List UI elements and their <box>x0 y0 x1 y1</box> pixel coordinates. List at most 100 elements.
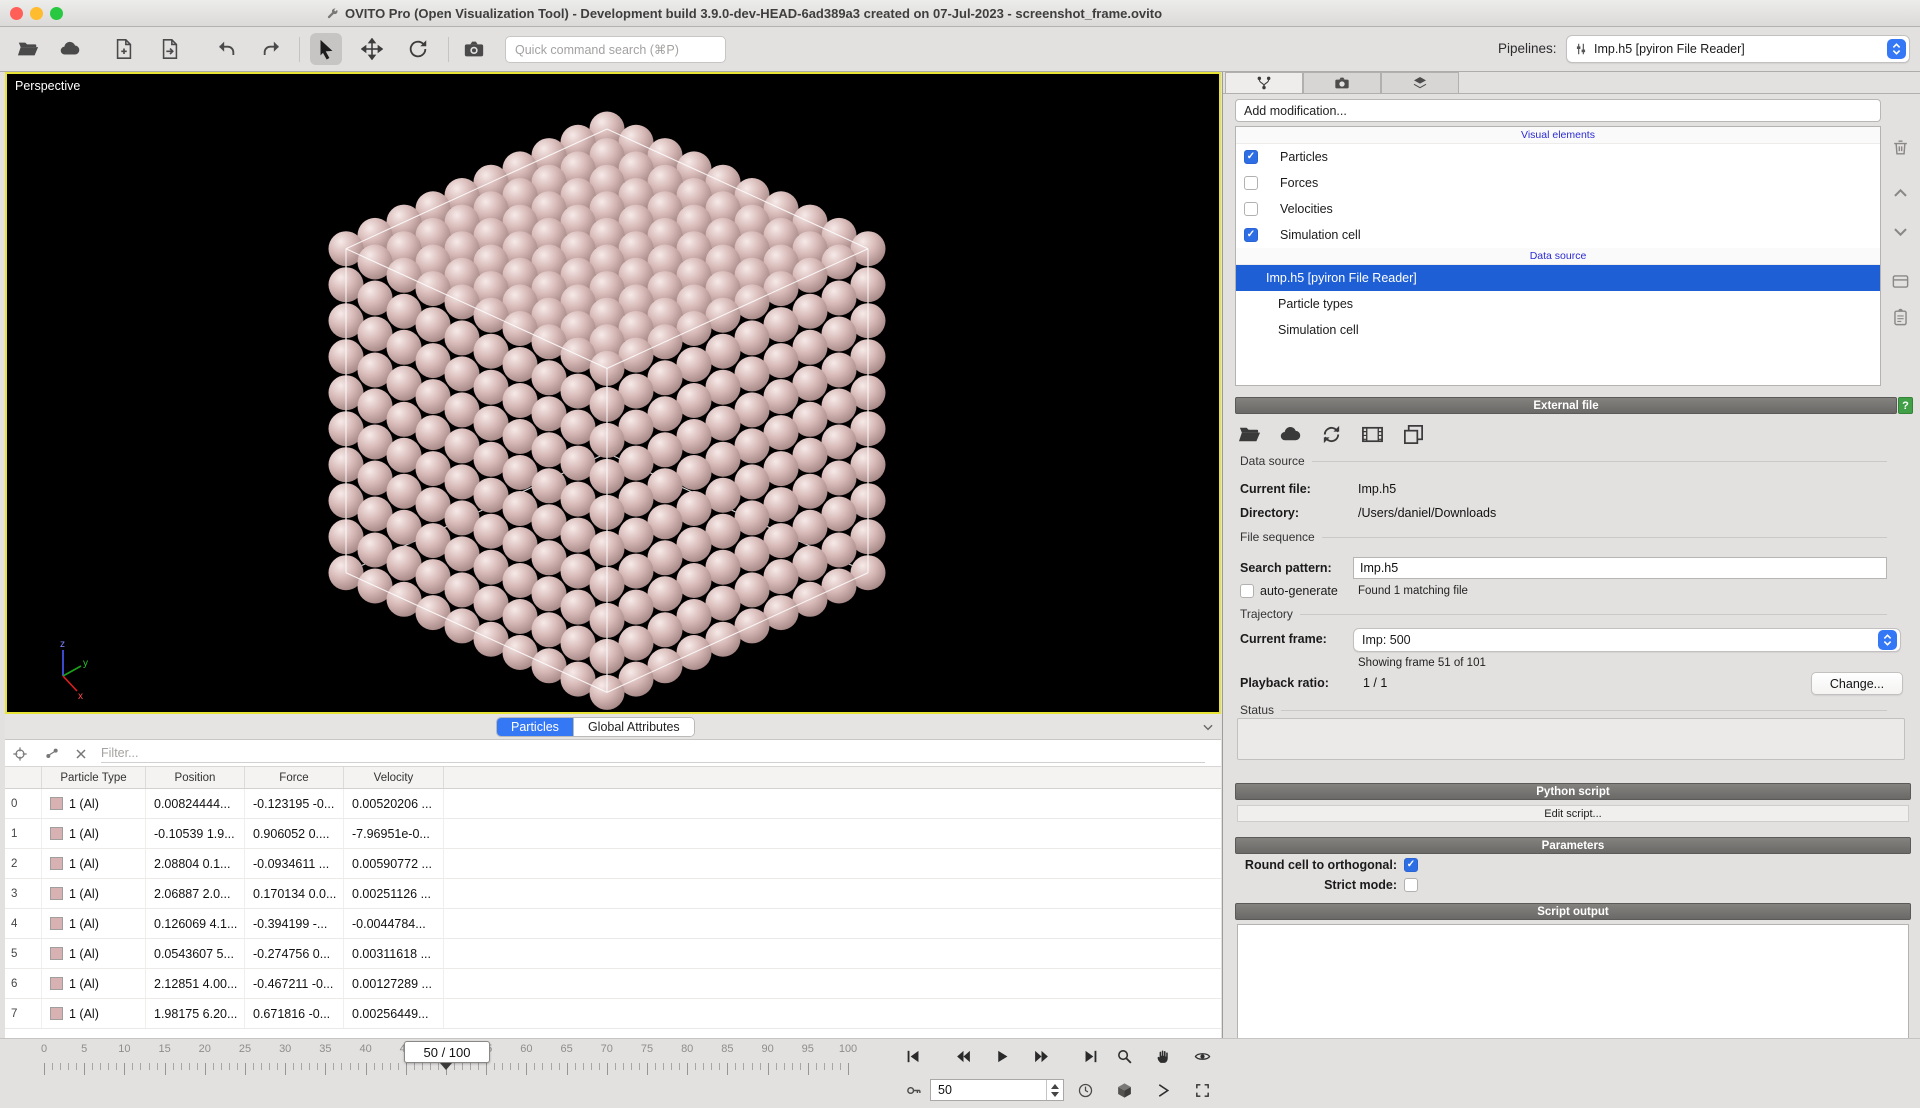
toolbar-separator <box>448 37 449 62</box>
camera-icon <box>1334 75 1350 91</box>
rotate-mode-button[interactable] <box>402 33 434 65</box>
window-title: OVITO Pro (Open Visualization Tool) - De… <box>345 6 1162 21</box>
column-header[interactable]: Particle Type <box>42 767 146 788</box>
data-source-label: Particle types <box>1278 297 1353 311</box>
timeline-tick-label: 25 <box>239 1043 251 1055</box>
clear-filter-button[interactable] <box>69 742 93 766</box>
step-back-button[interactable] <box>949 1043 977 1069</box>
particle-row[interactable]: 11 (Al)-0.10539 1.9...0.906052 0....-7.9… <box>5 819 1221 849</box>
visibility-checkbox[interactable] <box>1244 202 1258 216</box>
animation-settings-button[interactable] <box>1071 1077 1099 1103</box>
open-remote-file-button[interactable] <box>54 33 86 65</box>
maximize-viewport-button[interactable] <box>1188 1077 1216 1103</box>
play-button[interactable] <box>988 1043 1016 1069</box>
spinbox-stepper-icon[interactable] <box>1046 1080 1063 1100</box>
add-modification-dropdown[interactable]: Add modification... <box>1235 99 1881 122</box>
store-snapshot-button[interactable] <box>1399 420 1427 448</box>
zoom-viewport-button[interactable] <box>1110 1043 1138 1069</box>
current-frame-value: Imp: 500 <box>1362 633 1872 647</box>
bond-pair-button[interactable] <box>40 742 64 766</box>
screenshot-button[interactable] <box>458 33 490 65</box>
playback-ratio-value: 1 / 1 <box>1363 676 1387 690</box>
search-pattern-input[interactable] <box>1353 557 1887 579</box>
tab-pipeline[interactable] <box>1225 72 1303 94</box>
particle-row[interactable]: 71 (Al)1.98175 6.20...0.671816 -0...0.00… <box>5 999 1221 1029</box>
move-modifier-up-button[interactable] <box>1887 180 1913 206</box>
jump-last-frame-button[interactable] <box>1076 1043 1104 1069</box>
delete-modifier-button[interactable] <box>1887 134 1913 160</box>
copy-pipeline-button[interactable] <box>1887 304 1913 330</box>
edit-script-button[interactable]: Edit script... <box>1237 805 1909 822</box>
change-playback-button[interactable]: Change... <box>1811 672 1903 695</box>
orbit-camera-button[interactable] <box>1188 1043 1216 1069</box>
command-panel: Add modification... Visual elements Part… <box>1222 72 1920 1108</box>
command-search-input[interactable] <box>505 36 726 63</box>
data-source-row[interactable]: Particle types <box>1236 291 1880 317</box>
viewport-perspective[interactable]: Perspective z y x <box>5 72 1221 714</box>
crosshair-select-button[interactable] <box>8 742 32 766</box>
zoom-window-button[interactable] <box>50 7 63 20</box>
move-modifier-down-button[interactable] <box>1887 218 1913 244</box>
visual-element-row[interactable]: Simulation cell <box>1236 222 1880 248</box>
table-cell: 0.00127289 ... <box>344 969 444 998</box>
tab-overlays[interactable] <box>1381 72 1459 94</box>
reload-file-button[interactable] <box>1317 420 1345 448</box>
visibility-checkbox[interactable] <box>1244 150 1258 164</box>
tab-particles[interactable]: Particles <box>497 718 573 736</box>
pan-viewport-button[interactable] <box>1149 1043 1177 1069</box>
filter-input[interactable] <box>101 743 1205 763</box>
animation-keys-button[interactable] <box>899 1077 927 1103</box>
visibility-checkbox[interactable] <box>1244 176 1258 190</box>
viewport-caption[interactable]: Perspective <box>15 79 80 93</box>
strict-mode-checkbox[interactable] <box>1404 878 1418 892</box>
undo-button[interactable] <box>210 33 242 65</box>
column-header[interactable]: Position <box>146 767 245 788</box>
new-file-button[interactable] <box>108 33 140 65</box>
open-file-button[interactable] <box>12 33 44 65</box>
select-mode-button[interactable] <box>310 33 342 65</box>
visibility-checkbox[interactable] <box>1244 228 1258 242</box>
update-frames-button[interactable] <box>1358 420 1386 448</box>
help-button[interactable]: ? <box>1898 397 1913 414</box>
particle-row[interactable]: 21 (Al)2.08804 0.1...-0.0934611 ...0.005… <box>5 849 1221 879</box>
visual-element-row[interactable]: Particles <box>1236 144 1880 170</box>
close-window-button[interactable] <box>10 7 23 20</box>
particle-row[interactable]: 01 (Al)0.00824444...-0.123195 -0...0.005… <box>5 789 1221 819</box>
import-file-button[interactable] <box>154 33 186 65</box>
jump-first-frame-button[interactable] <box>899 1043 927 1069</box>
redo-button[interactable] <box>256 33 288 65</box>
toggle-modifier-button[interactable] <box>1887 268 1913 294</box>
visual-element-row[interactable]: Forces <box>1236 170 1880 196</box>
current-frame-dropdown[interactable]: Imp: 500 <box>1353 628 1901 652</box>
axis-y-label: y <box>83 658 88 669</box>
visual-element-row[interactable]: Velocities <box>1236 196 1880 222</box>
pick-remote-file-button[interactable] <box>1276 420 1304 448</box>
timeline-tick-label: 85 <box>721 1043 733 1055</box>
tab-global-attributes[interactable]: Global Attributes <box>573 718 694 736</box>
step-forward-button[interactable] <box>1027 1043 1055 1069</box>
data-source-row[interactable]: Simulation cell <box>1236 317 1880 343</box>
render-movie-button[interactable] <box>1149 1077 1177 1103</box>
current-frame-box[interactable]: 50 / 100 <box>404 1041 490 1063</box>
pick-local-file-button[interactable] <box>1235 420 1263 448</box>
minimize-window-button[interactable] <box>30 7 43 20</box>
move-mode-button[interactable] <box>356 33 388 65</box>
timeline-marker[interactable] <box>440 1063 452 1070</box>
timeline-tick-label: 75 <box>641 1043 653 1055</box>
particle-row[interactable]: 41 (Al)0.126069 4.1...-0.394199 -...-0.0… <box>5 909 1221 939</box>
particle-row[interactable]: 61 (Al)2.12851 4.00...-0.467211 -0...0.0… <box>5 969 1221 999</box>
parameters-header: Parameters <box>1235 837 1911 854</box>
column-header[interactable]: Velocity <box>344 767 444 788</box>
render-viewport-button[interactable] <box>1110 1077 1138 1103</box>
frame-spinbox[interactable]: 50 <box>930 1079 1064 1101</box>
particle-row[interactable]: 31 (Al)2.06887 2.0...0.170134 0.0...0.00… <box>5 879 1221 909</box>
clipboard-icon <box>1891 308 1910 327</box>
tab-rendering[interactable] <box>1303 72 1381 94</box>
pipeline-selector-dropdown[interactable]: Imp.h5 [pyiron File Reader] <box>1566 35 1910 63</box>
data-source-row[interactable]: Imp.h5 [pyiron File Reader] <box>1236 265 1880 291</box>
column-header[interactable]: Force <box>245 767 344 788</box>
round-cell-checkbox[interactable] <box>1404 858 1418 872</box>
collapse-inspector-button[interactable] <box>1201 720 1215 734</box>
particle-row[interactable]: 51 (Al)0.0543607 5...-0.274756 0...0.003… <box>5 939 1221 969</box>
auto-generate-checkbox[interactable] <box>1240 584 1254 598</box>
